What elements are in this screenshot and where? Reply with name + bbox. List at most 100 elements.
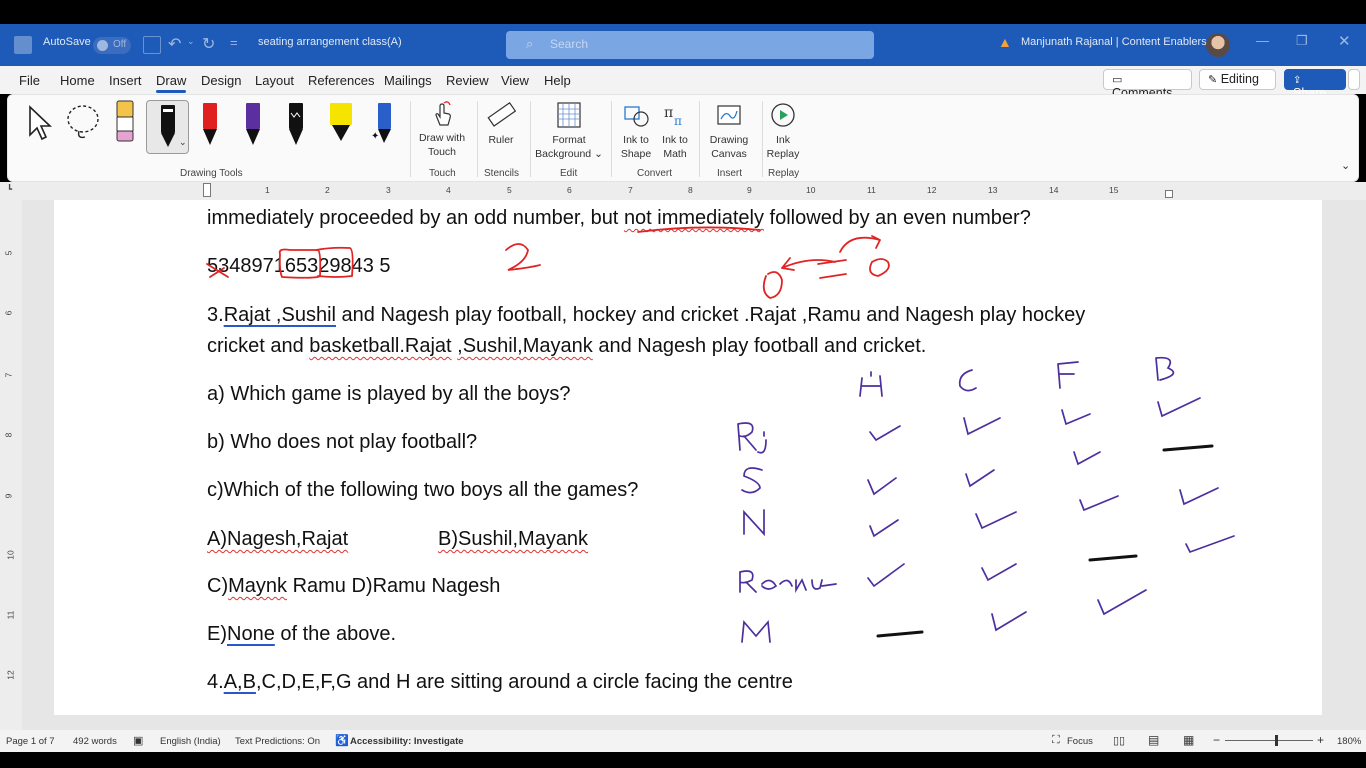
tab-layout[interactable]: Layout (255, 73, 294, 88)
share-button[interactable]: ⇪ Share (1284, 69, 1346, 100)
autosave-label: AutoSave (43, 36, 91, 48)
ruler-right-indent-marker[interactable] (1165, 190, 1173, 198)
tab-view[interactable]: View (501, 73, 529, 88)
avatar[interactable] (1206, 33, 1230, 57)
zoom-level[interactable]: 180% (1337, 736, 1361, 747)
text-run-grammar: Rajat ,Sushil (223, 304, 336, 326)
minimize-icon[interactable]: — (1256, 33, 1269, 48)
language-status[interactable]: English (India) (160, 736, 221, 747)
select-arrow-icon[interactable] (24, 103, 54, 143)
tab-draw[interactable]: Draw (156, 73, 187, 93)
comments-button[interactable]: ▭ Comments (1103, 69, 1192, 100)
save-icon[interactable] (143, 36, 161, 54)
ruler-number: 4 (446, 185, 451, 195)
pen-black-selected[interactable]: ⌄ (146, 100, 189, 154)
zoom-out-icon[interactable]: − (1213, 733, 1220, 747)
question-c[interactable]: c)Which of the following two boys all th… (207, 479, 638, 502)
option-b[interactable]: B)Sushil,Mayank (438, 528, 588, 551)
chevron-down-icon[interactable]: ⌄ (179, 137, 187, 148)
format-background-button[interactable]: Format Background ⌄ (533, 101, 605, 161)
option-a[interactable]: A)Nagesh,Rajat (207, 528, 348, 551)
doc-line-question-3-cont[interactable]: cricket and basketball.Rajat ,Sushil,May… (207, 335, 926, 358)
collapse-ribbon-icon[interactable]: ⌄ (1341, 159, 1350, 172)
document-name[interactable]: seating arrangement class(A) (258, 36, 402, 48)
eraser-icon[interactable] (114, 99, 136, 143)
pen-black-icon[interactable] (286, 101, 306, 147)
text-run-grammar: None (227, 623, 275, 645)
option-c-d[interactable]: C)Maynk Ramu D)Ramu Nagesh (207, 575, 500, 598)
question-4[interactable]: 4.A,B,C,D,E,F,G and H are sitting around… (207, 671, 793, 694)
tab-references[interactable]: References (308, 73, 374, 88)
word-count[interactable]: 492 words (73, 736, 117, 747)
ink-to-shape-line1: Ink to (623, 134, 649, 146)
pen-icon (161, 105, 175, 147)
autosave-toggle[interactable]: Off (93, 37, 131, 54)
user-name[interactable]: Manjunath Rajanal | Content Enablers (1021, 36, 1207, 48)
question-b[interactable]: b) Who does not play football? (207, 431, 477, 454)
vruler-number: 12 (5, 670, 16, 680)
ink-to-math-button[interactable]: π π Ink to Math (658, 101, 692, 161)
tab-design[interactable]: Design (201, 73, 241, 88)
vruler-number: 7 (3, 372, 14, 378)
drawing-canvas-icon (717, 105, 741, 125)
pen-red-icon[interactable] (200, 101, 220, 147)
vruler-number: 10 (5, 550, 16, 560)
ink-replay-button[interactable]: Ink Replay (763, 101, 803, 161)
undo-icon[interactable]: ↶ (168, 34, 181, 54)
undo-dropdown-icon[interactable]: ⌄ (187, 36, 195, 47)
ruler-indent-marker[interactable] (203, 183, 211, 197)
tab-insert[interactable]: Insert (109, 73, 142, 88)
text-run: 3. (207, 304, 224, 326)
tab-file[interactable]: File (19, 73, 40, 88)
tab-mailings[interactable]: Mailings (384, 73, 432, 88)
zoom-in-icon[interactable]: + (1317, 733, 1324, 747)
page-count[interactable]: Page 1 of 7 (6, 736, 55, 747)
text-run: immediately proceeded by an odd number, … (207, 207, 624, 229)
svg-text:✦: ✦ (371, 131, 379, 142)
tab-help[interactable]: Help (544, 73, 571, 88)
ribbon-separator (530, 101, 531, 177)
accessibility-status[interactable]: Accessibility: Investigate (350, 736, 464, 747)
ink-to-shape-button[interactable]: Ink to Shape (617, 101, 655, 161)
doc-line-question-2[interactable]: immediately proceeded by an odd number, … (207, 207, 1031, 230)
draw-with-touch-button[interactable]: Draw with Touch (413, 101, 471, 159)
option-e[interactable]: E)None of the above. (207, 623, 396, 646)
close-icon[interactable]: ✕ (1338, 32, 1351, 50)
web-layout-icon[interactable]: ▦ (1183, 733, 1194, 747)
doc-line-question-3[interactable]: 3.Rajat ,Sushil and Nagesh play football… (207, 304, 1085, 327)
editing-mode-button[interactable]: ✎ Editing ⌄ (1199, 69, 1276, 99)
search-box[interactable]: ⌕ Search (506, 31, 874, 59)
pen-blue-glitter-icon[interactable]: ✦ (371, 101, 395, 147)
draw-ribbon: ⌄ ✦ Drawing Tools Draw with Touch Touch … (7, 94, 1359, 182)
text-predictions-status[interactable]: Text Predictions: On (235, 736, 320, 747)
customize-toolbar-icon[interactable]: = (230, 35, 238, 50)
svg-text:π: π (674, 114, 682, 128)
zoom-slider[interactable] (1225, 735, 1313, 746)
edit-group-label: Edit (560, 168, 578, 179)
ribbon-tabs: File Home Insert Draw Design Layout Refe… (0, 66, 1366, 100)
zoom-slider-thumb[interactable] (1275, 735, 1278, 746)
proofing-icon[interactable]: ▣ (133, 734, 143, 747)
restore-icon[interactable]: ❐ (1296, 33, 1308, 49)
warning-icon[interactable]: ▲ (998, 34, 1012, 50)
tab-home[interactable]: Home (60, 73, 95, 88)
tab-review[interactable]: Review (446, 73, 489, 88)
ruler-number: 9 (747, 185, 752, 195)
highlighter-yellow-icon[interactable] (328, 101, 354, 147)
pen-purple-icon[interactable] (243, 101, 263, 147)
vertical-ruler[interactable]: 5 6 7 8 9 10 11 12 (0, 200, 22, 730)
ruler-button[interactable]: Ruler (482, 101, 520, 147)
horizontal-ruler[interactable]: ┗ 1 2 3 4 5 6 7 8 9 10 11 12 13 14 15 (0, 182, 1366, 200)
comment-icon: ▭ (1112, 74, 1123, 86)
print-layout-icon[interactable]: ▤ (1148, 733, 1159, 747)
read-mode-icon[interactable]: ▯▯ (1113, 734, 1125, 747)
redo-icon[interactable]: ↻ (202, 34, 215, 54)
lasso-select-icon[interactable] (63, 101, 103, 143)
digit-sequence[interactable]: 534897165329843 5 (207, 255, 391, 278)
more-options-button[interactable] (1348, 69, 1360, 90)
pencil-icon: ✎ (1208, 74, 1218, 86)
draw-with-touch-line1: Draw with (418, 132, 466, 144)
drawing-canvas-button[interactable]: Drawing Canvas (703, 101, 755, 161)
focus-mode-button[interactable]: Focus (1067, 736, 1093, 747)
question-a[interactable]: a) Which game is played by all the boys? (207, 383, 571, 406)
